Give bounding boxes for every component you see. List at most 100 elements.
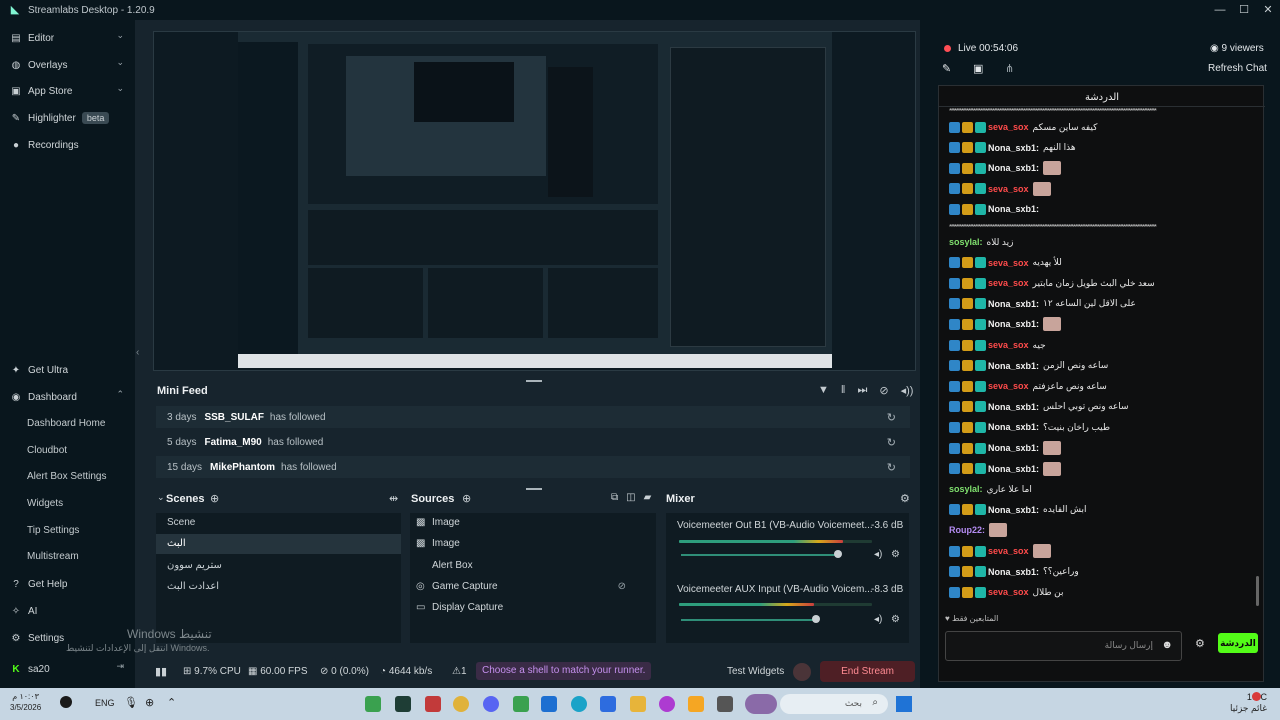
sidebar-item-ai[interactable]: ✧ AI: [10, 603, 128, 619]
folder-icon[interactable]: ▰: [644, 492, 652, 503]
chrome-icon[interactable]: [453, 696, 469, 712]
sidebar-item-dashboard[interactable]: ◉ Dashboard ⌃: [10, 389, 128, 405]
chat-username[interactable]: Nona_sxb1:: [988, 319, 1039, 329]
source-copy-icon[interactable]: ◫: [626, 492, 635, 503]
chat-username[interactable]: sosylal:: [949, 237, 983, 247]
minimize-button[interactable]: —: [1208, 0, 1232, 20]
chat-username[interactable]: Nona_sxb1:: [988, 505, 1039, 515]
streamlabs-taskbar-icon[interactable]: [395, 696, 411, 712]
microphone-icon[interactable]: 🎙: [124, 696, 138, 709]
end-stream-button[interactable]: End Stream: [820, 661, 915, 682]
chat-username[interactable]: Nona_sxb1:: [988, 402, 1039, 412]
replay-icon[interactable]: ↻: [887, 461, 896, 474]
file-explorer-icon[interactable]: [630, 696, 646, 712]
mute-alerts-icon[interactable]: ⊘: [879, 384, 888, 397]
chat-username[interactable]: seva_sox: [988, 278, 1029, 288]
sidebar-item-app-store[interactable]: ▣ App Store ⌄: [10, 83, 128, 99]
shell-tip-badge[interactable]: Choose a shell to match your runner.: [476, 662, 652, 680]
channel-settings-gear-icon[interactable]: ⚙: [891, 614, 900, 625]
add-source-button[interactable]: ⊕: [462, 492, 471, 505]
edge-icon[interactable]: [571, 696, 587, 712]
scene-transition-icon[interactable]: ⇹: [389, 492, 398, 505]
skip-icon[interactable]: ⏭: [857, 384, 867, 397]
camera-icon[interactable]: ▣: [973, 62, 983, 75]
chat-username[interactable]: seva_sox: [988, 258, 1029, 268]
chat-username[interactable]: seva_sox: [988, 546, 1029, 556]
sidebar-item-overlays[interactable]: ◍ Overlays ⌄: [10, 57, 128, 73]
sidebar-item-cloudbot[interactable]: Cloudbot: [27, 445, 67, 456]
sidebar-item-get-help[interactable]: ? Get Help: [10, 576, 128, 592]
speaker-icon[interactable]: ◂): [874, 614, 882, 625]
language-indicator[interactable]: ENG: [95, 698, 115, 708]
replay-icon[interactable]: ↻: [887, 411, 896, 424]
weather-widget[interactable]: 16°Cغائم جزئيا: [1230, 692, 1267, 714]
sidebar-item-editor[interactable]: ▤ Editor ⌄: [10, 30, 128, 46]
add-scene-button[interactable]: ⊕: [210, 492, 219, 505]
source-item[interactable]: ▩ Image: [416, 534, 656, 554]
notification-icon[interactable]: [60, 696, 72, 708]
chat-username[interactable]: sosylal:: [949, 484, 983, 494]
chevron-down-icon[interactable]: ⌄: [157, 492, 165, 503]
emoji-icon[interactable]: ☻: [1161, 639, 1173, 651]
record-button[interactable]: [793, 663, 811, 681]
volume-slider-knob[interactable]: [812, 615, 820, 623]
scene-item[interactable]: البث: [156, 534, 401, 554]
resize-handle[interactable]: [526, 380, 542, 382]
chat-username[interactable]: Nona_sxb1:: [988, 422, 1039, 432]
scene-item[interactable]: ستريم سوون: [156, 556, 401, 576]
chat-username[interactable]: seva_sox: [988, 184, 1029, 194]
app-icon[interactable]: [717, 696, 733, 712]
channel-settings-gear-icon[interactable]: ⚙: [891, 549, 900, 560]
sidebar-item-widgets[interactable]: Widgets: [27, 498, 63, 509]
volume-icon[interactable]: ◂)): [901, 384, 914, 397]
chat-username[interactable]: seva_sox: [988, 381, 1029, 391]
source-item[interactable]: ▩ Image: [416, 513, 656, 533]
windows-start-icon[interactable]: [896, 696, 912, 712]
mixer-settings-gear-icon[interactable]: ⚙: [900, 492, 910, 505]
chat-username[interactable]: seva_sox: [988, 587, 1029, 597]
chat-username[interactable]: Nona_sxb1:: [988, 464, 1039, 474]
chat-username[interactable]: Roup22:: [949, 525, 985, 535]
show-hidden-icons-icon[interactable]: ⌃: [167, 696, 176, 709]
app-icon[interactable]: [659, 696, 675, 712]
sidebar-user[interactable]: Ksa20 ⇥: [10, 661, 128, 677]
filter-icon[interactable]: ▼: [818, 384, 829, 397]
replay-icon[interactable]: ↻: [887, 436, 896, 449]
stream-preview[interactable]: [153, 31, 916, 371]
scene-item[interactable]: اعدادت البث: [156, 577, 401, 597]
chat-username[interactable]: Nona_sxb1:: [988, 361, 1039, 371]
app-icon[interactable]: [745, 694, 777, 714]
test-widgets-button[interactable]: Test Widgets: [727, 666, 784, 677]
scene-item[interactable]: Scene: [156, 513, 401, 533]
chat-username[interactable]: Nona_sxb1:: [988, 143, 1039, 153]
chat-username[interactable]: Nona_sxb1:: [988, 204, 1039, 214]
close-button[interactable]: ✕: [1256, 0, 1280, 20]
volume-slider-knob[interactable]: [834, 550, 842, 558]
edit-icon[interactable]: ✎: [942, 62, 951, 75]
speaker-icon[interactable]: ◂): [874, 549, 882, 560]
source-link-icon[interactable]: ⧉: [611, 492, 618, 503]
sidebar-item-get-ultra[interactable]: ✦ Get Ultra: [10, 362, 128, 378]
chat-scrollbar[interactable]: [1256, 576, 1259, 606]
source-item[interactable]: ▭ Display Capture: [416, 598, 656, 618]
app-icon[interactable]: [365, 696, 381, 712]
chat-username[interactable]: Nona_sxb1:: [988, 567, 1039, 577]
source-item[interactable]: ◎ Game Capture ⊘: [416, 577, 656, 597]
app-icon[interactable]: [688, 696, 704, 712]
sidebar-item-recordings[interactable]: ● Recordings: [10, 137, 128, 153]
chat-username[interactable]: Nona_sxb1:: [988, 163, 1039, 173]
alert-stat[interactable]: ⚠1: [452, 666, 467, 677]
logout-icon[interactable]: ⇥: [116, 661, 124, 672]
outlook-icon[interactable]: [541, 696, 557, 712]
maximize-button[interactable]: ☐: [1232, 0, 1256, 20]
store-icon[interactable]: [600, 696, 616, 712]
chat-settings-gear-icon[interactable]: ⚙: [1195, 637, 1205, 650]
send-chat-button[interactable]: الدردشة: [1218, 633, 1258, 653]
sidebar-item-highlighter[interactable]: ✎ Highlighter beta: [10, 110, 128, 126]
share-icon[interactable]: ⋔: [1005, 62, 1014, 75]
chat-username[interactable]: seva_sox: [988, 340, 1029, 350]
chat-username[interactable]: Nona_sxb1:: [988, 443, 1039, 453]
app-icon[interactable]: [513, 696, 529, 712]
resize-handle[interactable]: [526, 488, 542, 490]
network-icon[interactable]: ⊕: [145, 696, 154, 709]
